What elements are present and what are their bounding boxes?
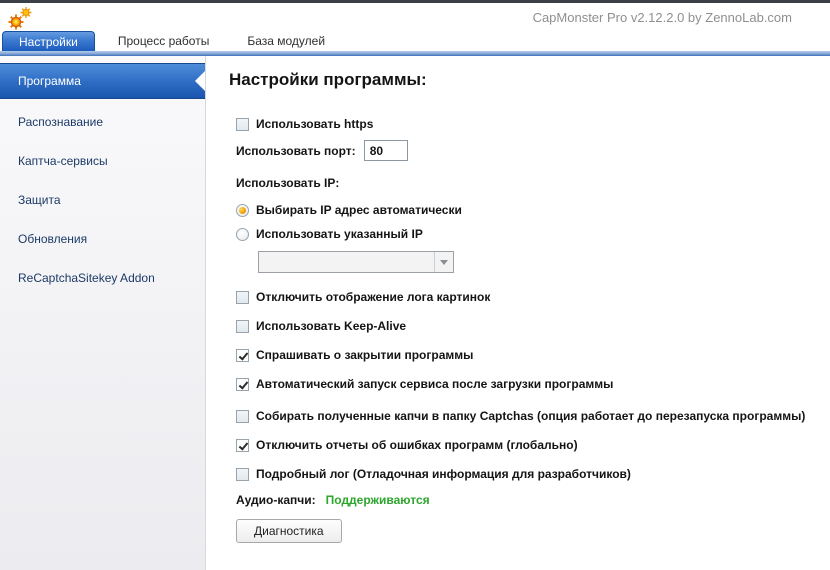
title-bar: CapMonster Pro v2.12.2.0 by ZennoLab.com [0, 3, 830, 31]
ip-auto-radio[interactable] [236, 204, 249, 217]
ip-label: Использовать IP: [236, 176, 339, 190]
tab-strip: Настройки Процесс работы База модулей [0, 31, 830, 51]
disable-image-log-row[interactable]: Отключить отображение лога картинок [236, 290, 830, 304]
diagnostics-button[interactable]: Диагностика [236, 519, 342, 543]
sidebar-item-label: Распознавание [18, 115, 103, 129]
keep-alive-checkbox[interactable] [236, 320, 249, 333]
app-window: CapMonster Pro v2.12.2.0 by ZennoLab.com… [0, 0, 830, 570]
keep-alive-label: Использовать Keep-Alive [256, 319, 406, 333]
ip-auto-radio-row[interactable]: Выбирать IP адрес автоматически [236, 203, 830, 217]
sidebar-item-program[interactable]: Программа [0, 63, 205, 99]
sidebar-item-updates[interactable]: Обновления [0, 219, 205, 258]
collect-captchas-label: Собирать полученные капчи в папку Captch… [256, 409, 805, 423]
verbose-log-label: Подробный лог (Отладочная информация для… [256, 467, 631, 481]
verbose-log-row[interactable]: Подробный лог (Отладочная информация для… [236, 467, 830, 481]
ask-on-close-row[interactable]: Спрашивать о закрытии программы [236, 348, 830, 362]
https-checkbox[interactable] [236, 118, 249, 131]
window-title: CapMonster Pro v2.12.2.0 by ZennoLab.com [533, 10, 792, 25]
gears-icon [6, 5, 34, 31]
ip-auto-radio-label: Выбирать IP адрес автоматически [256, 203, 462, 217]
sidebar-item-label: Обновления [18, 232, 87, 246]
tab-module-base[interactable]: База модулей [232, 31, 340, 51]
ip-address-dropdown[interactable] [258, 251, 454, 273]
autostart-service-row[interactable]: Автоматический запуск сервиса после загр… [236, 377, 830, 391]
tab-work-process[interactable]: Процесс работы [103, 31, 224, 51]
chevron-down-icon [440, 260, 448, 265]
ask-on-close-checkbox[interactable] [236, 349, 249, 362]
port-input[interactable] [364, 140, 408, 161]
disable-error-reports-row[interactable]: Отключить отчеты об ошибках программ (гл… [236, 438, 830, 452]
audio-captcha-status: Поддерживаются [326, 493, 430, 507]
audio-captcha-label: Аудио-капчи: [236, 493, 316, 507]
collect-captchas-row[interactable]: Собирать полученные капчи в папку Captch… [236, 409, 830, 423]
ip-combo-row [236, 251, 830, 273]
keep-alive-row[interactable]: Использовать Keep-Alive [236, 319, 830, 333]
autostart-service-checkbox[interactable] [236, 378, 249, 391]
ask-on-close-label: Спрашивать о закрытии программы [256, 348, 473, 362]
disable-image-log-label: Отключить отображение лога картинок [256, 290, 490, 304]
port-row: Использовать порт: [236, 140, 830, 161]
sidebar-item-label: Программа [18, 74, 81, 88]
tab-label: Процесс работы [118, 34, 209, 48]
tab-label: База модулей [247, 34, 325, 48]
verbose-log-checkbox[interactable] [236, 468, 249, 481]
settings-sidebar: Программа Распознавание Каптча-сервисы З… [0, 56, 206, 570]
disable-error-reports-checkbox[interactable] [236, 439, 249, 452]
ip-manual-radio[interactable] [236, 228, 249, 241]
sidebar-item-recognition[interactable]: Распознавание [0, 102, 205, 141]
collect-captchas-checkbox[interactable] [236, 410, 249, 423]
port-label: Использовать порт: [236, 144, 356, 158]
disable-error-reports-label: Отключить отчеты об ошибках программ (гл… [256, 438, 578, 452]
sidebar-item-label: Защита [18, 193, 61, 207]
https-checkbox-row[interactable]: Использовать https [236, 117, 830, 131]
tab-settings[interactable]: Настройки [2, 31, 95, 51]
ip-manual-radio-row[interactable]: Использовать указанный IP [236, 227, 830, 241]
tab-label: Настройки [19, 35, 78, 49]
sidebar-item-captcha-services[interactable]: Каптча-сервисы [0, 141, 205, 180]
ip-label-row: Использовать IP: [236, 176, 830, 190]
https-checkbox-label: Использовать https [256, 117, 373, 131]
disable-image-log-checkbox[interactable] [236, 291, 249, 304]
settings-panel: Настройки программы: Использовать https … [206, 56, 830, 570]
sidebar-item-label: Каптча-сервисы [18, 154, 108, 168]
autostart-service-label: Автоматический запуск сервиса после загр… [256, 377, 613, 391]
ip-manual-radio-label: Использовать указанный IP [256, 227, 423, 241]
sidebar-item-protection[interactable]: Защита [0, 180, 205, 219]
dropdown-button[interactable] [434, 252, 453, 272]
sidebar-item-label: ReCaptchaSitekey Addon [18, 271, 155, 285]
sidebar-item-recaptcha-sitekey-addon[interactable]: ReCaptchaSitekey Addon [0, 258, 205, 297]
page-title: Настройки программы: [229, 70, 830, 90]
audio-captcha-row: Аудио-капчи: Поддерживаются [236, 493, 830, 507]
